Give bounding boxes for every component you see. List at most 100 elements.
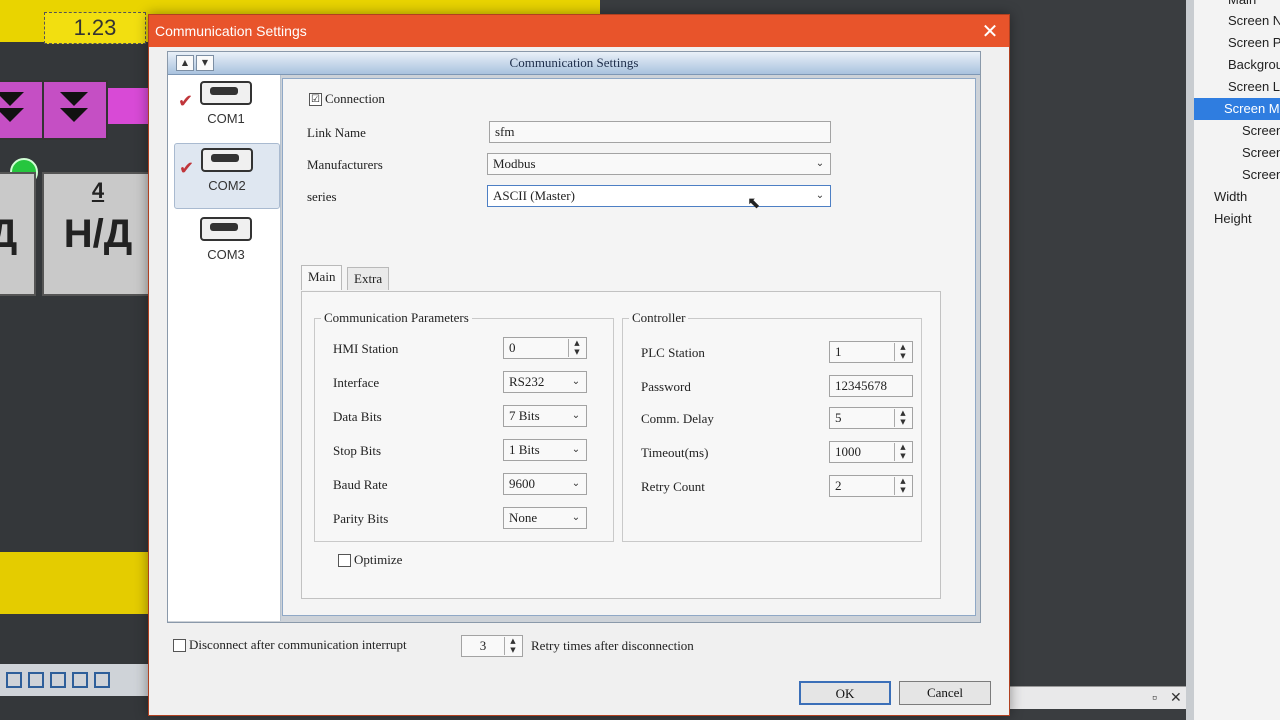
series-label: series <box>307 189 337 204</box>
close-icon[interactable]: ✕ <box>979 20 1001 42</box>
property-row[interactable]: Screen <box>1194 164 1280 186</box>
comm-delay-label: Comm. Delay <box>641 411 714 426</box>
ok-button[interactable]: OK <box>799 681 891 705</box>
chevron-down-icon: ⌄ <box>815 190 825 201</box>
stepper-icon[interactable]: ▲ ▼ <box>568 339 585 357</box>
background-toolbar <box>0 664 150 696</box>
pin-icon[interactable]: ▫ <box>1152 689 1157 705</box>
chevron-down-icon: ⌄ <box>571 376 581 387</box>
property-row[interactable]: Height <box>1194 208 1280 230</box>
hmi-station-input[interactable]: 0 ▲ ▼ <box>503 337 587 359</box>
hmi-station-label: HMI Station <box>333 341 399 356</box>
retry-count-value: 2 <box>835 478 842 493</box>
mouse-cursor-icon: ⬉ <box>747 193 761 212</box>
stepper-icon[interactable]: ▲ ▼ <box>504 637 521 655</box>
width-icon[interactable] <box>72 672 88 688</box>
background-down-button-1[interactable] <box>0 80 44 140</box>
background-down-button-2[interactable] <box>42 80 108 140</box>
chevron-down-icon: ⌄ <box>571 512 581 523</box>
property-row[interactable]: Screen <box>1194 142 1280 164</box>
parity-bits-label: Parity Bits <box>333 511 389 526</box>
align-icon[interactable] <box>6 672 22 688</box>
close-icon[interactable]: ✕ <box>1170 689 1182 706</box>
plc-station-value: 1 <box>835 344 842 359</box>
retry-times-input[interactable]: 3 ▲ ▼ <box>461 635 523 657</box>
check-icon: ✔ <box>178 91 194 112</box>
retry-times-label: Retry times after disconnection <box>531 638 694 653</box>
comm-delay-input[interactable]: 5 ▲ ▼ <box>829 407 913 429</box>
manufacturers-select[interactable]: Modbus ⌄ <box>487 153 831 175</box>
manufacturers-value: Modbus <box>493 156 536 171</box>
stepper-icon[interactable]: ▲ ▼ <box>894 343 911 361</box>
property-row-selected[interactable]: Screen M <box>1194 98 1280 120</box>
baud-rate-select[interactable]: 9600 ⌄ <box>503 473 587 495</box>
property-row[interactable]: Screen Na <box>1194 10 1280 32</box>
serial-port-icon <box>200 217 252 241</box>
property-row[interactable]: Screen Lo <box>1194 76 1280 98</box>
height-icon[interactable] <box>94 672 110 688</box>
retry-times-value: 3 <box>479 638 487 653</box>
data-bits-value: 7 Bits <box>509 408 540 423</box>
dialog-titlebar: Communication Settings ✕ <box>149 15 1009 47</box>
chevron-down-icon <box>0 108 24 122</box>
property-row[interactable]: Screen Pr <box>1194 32 1280 54</box>
optimize-label: Optimize <box>354 552 403 567</box>
hmi-station-value: 0 <box>509 340 516 355</box>
distribute-icon[interactable] <box>28 672 44 688</box>
com-port-com1[interactable]: ✔ COM1 <box>174 77 278 141</box>
group-title: Communication Parameters <box>321 310 472 326</box>
disconnect-checkbox[interactable] <box>173 639 186 652</box>
spacing-icon[interactable] <box>50 672 66 688</box>
com-port-com2[interactable]: ✔ COM2 <box>174 143 280 209</box>
plc-station-label: PLC Station <box>641 345 705 360</box>
stepper-icon[interactable]: ▲ ▼ <box>894 443 911 461</box>
property-panel: Main Screen Na Screen Pr Backgrou Screen… <box>1186 0 1280 720</box>
property-row[interactable]: Screen <box>1194 120 1280 142</box>
timeout-label: Timeout(ms) <box>641 445 709 460</box>
data-bits-select[interactable]: 7 Bits ⌄ <box>503 405 587 427</box>
connection-checkbox[interactable]: ☑ <box>309 93 322 106</box>
background-button-number: 4 <box>91 178 105 203</box>
stop-bits-select[interactable]: 1 Bits ⌄ <box>503 439 587 461</box>
interface-label: Interface <box>333 375 380 390</box>
background-button-left[interactable]: Д <box>0 172 36 296</box>
timeout-input[interactable]: 1000 ▲ ▼ <box>829 441 913 463</box>
background-display-strip-left: 1.23 <box>0 0 150 44</box>
timeout-value: 1000 <box>835 444 861 459</box>
parity-bits-value: None <box>509 510 538 525</box>
chevron-down-icon: ⌄ <box>571 444 581 455</box>
tab-extra[interactable]: Extra <box>347 267 390 290</box>
optimize-checkbox[interactable] <box>338 554 351 567</box>
manufacturers-label: Manufacturers <box>307 157 383 172</box>
property-row[interactable]: Width <box>1194 186 1280 208</box>
background-button-right[interactable]: 4 Н/Д <box>42 172 150 296</box>
serial-port-icon <box>201 148 253 172</box>
chevron-down-icon: ⌄ <box>815 158 825 169</box>
interface-value: RS232 <box>509 374 545 389</box>
background-button-right-label: Н/Д <box>63 211 133 256</box>
com-port-com3[interactable]: COM3 <box>174 213 278 277</box>
background-canvas: 1.23 Д 4 Н/Д <box>0 0 150 720</box>
group-title: Controller <box>629 310 689 326</box>
series-select[interactable]: ASCII (Master) ⌄ <box>487 185 831 207</box>
cancel-button[interactable]: Cancel <box>899 681 991 705</box>
tab-main[interactable]: Main <box>301 265 343 290</box>
password-input[interactable]: 12345678 <box>829 375 913 397</box>
property-row[interactable]: Backgrou <box>1194 54 1280 76</box>
series-value: ASCII (Master) <box>493 188 575 203</box>
plc-station-input[interactable]: 1 ▲ ▼ <box>829 341 913 363</box>
background-value-label-left: 1.23 <box>44 12 146 44</box>
background-yellow-panel <box>0 552 150 614</box>
retry-count-input[interactable]: 2 ▲ ▼ <box>829 475 913 497</box>
dialog-title: Communication Settings <box>155 23 307 39</box>
parity-bits-select[interactable]: None ⌄ <box>503 507 587 529</box>
communication-parameters-group: Communication Parameters HMI Station 0 ▲… <box>314 310 614 542</box>
interface-select[interactable]: RS232 ⌄ <box>503 371 587 393</box>
link-name-label: Link Name <box>307 125 366 140</box>
disconnect-label: Disconnect after communication interrupt <box>189 637 407 652</box>
chevron-down-icon: ⌄ <box>571 478 581 489</box>
com-port-label: COM3 <box>207 247 245 262</box>
link-name-input[interactable]: sfm <box>489 121 831 143</box>
stepper-icon[interactable]: ▲ ▼ <box>894 409 911 427</box>
stepper-icon[interactable]: ▲ ▼ <box>894 477 911 495</box>
